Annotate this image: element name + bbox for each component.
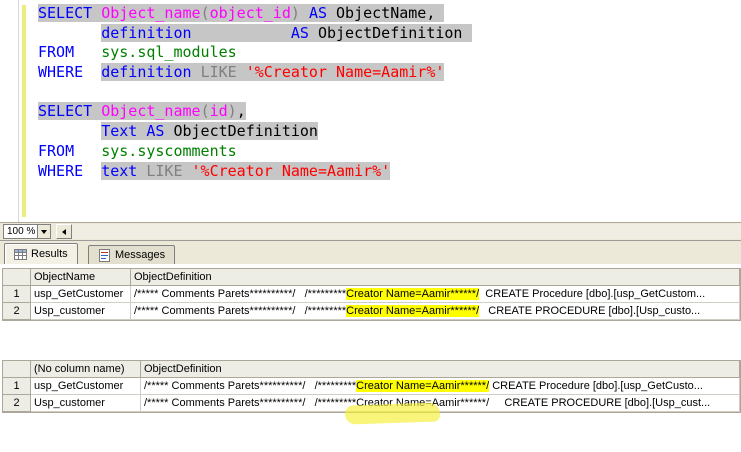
- grid-header-row: ObjectName ObjectDefinition: [3, 269, 740, 286]
- column-header[interactable]: ObjectDefinition: [131, 269, 740, 286]
- code-line: WHERE text LIKE '%Creator Name=Aamir%': [38, 161, 391, 180]
- column-header[interactable]: ObjectName: [31, 269, 131, 286]
- column-header[interactable]: ObjectDefinition: [141, 361, 740, 378]
- zoom-dropdown-button[interactable]: [37, 225, 50, 238]
- cell-object-name[interactable]: usp_GetCustomer: [31, 286, 131, 303]
- row-header[interactable]: 1: [3, 378, 31, 395]
- cell-object-name[interactable]: Usp_customer: [31, 395, 141, 412]
- tab-results[interactable]: Results: [4, 243, 78, 264]
- code-line: SELECT Object_name(object_id) AS ObjectN…: [38, 4, 445, 22]
- tab-messages-label: Messages: [115, 249, 166, 261]
- code-line: SELECT Object_name(id),: [38, 102, 246, 121]
- table-row: 1 usp_GetCustomer/***** Comments Parets**…: [3, 286, 740, 303]
- cell-object-definition[interactable]: /***** Comments Parets**********/ /*****…: [141, 378, 740, 395]
- sql-editor[interactable]: SELECT Object_name(object_id) AS ObjectN…: [0, 0, 741, 222]
- cell-object-name[interactable]: usp_GetCustomer: [31, 378, 141, 395]
- table-row: 1 usp_GetCustomer/***** Comments Parets**…: [3, 378, 740, 395]
- row-header[interactable]: 2: [3, 303, 31, 320]
- results-tabstrip: Results Messages: [0, 240, 741, 264]
- change-tracking-bar: [22, 5, 26, 217]
- tab-messages[interactable]: Messages: [88, 245, 176, 264]
- results-grid-2: (No column name) ObjectDefinition 1 usp_Get…: [2, 360, 741, 413]
- results-grid-1: ObjectName ObjectDefinition 1 usp_GetCustom…: [2, 268, 741, 321]
- code-line: definition AS ObjectDefinition: [38, 23, 472, 44]
- grid-corner-cell[interactable]: [3, 361, 31, 378]
- zoom-dropdown[interactable]: 100 %: [3, 224, 51, 239]
- results-grid-icon: [14, 248, 27, 261]
- editor-margin-divider: [18, 0, 19, 222]
- grid-header-row: (No column name) ObjectDefinition: [3, 361, 740, 378]
- hscrollbar-track[interactable]: [72, 224, 741, 239]
- zoom-value: 100 %: [7, 226, 36, 237]
- cell-object-definition[interactable]: /***** Comments Parets**********/ /*****…: [131, 286, 740, 303]
- row-header[interactable]: 2: [3, 395, 31, 412]
- tab-results-label: Results: [31, 248, 68, 260]
- code-lines: SELECT Object_name(object_id) AS ObjectN…: [38, 4, 472, 181]
- editor-bottom-bar: 100 %: [0, 222, 741, 240]
- code-line: Text AS ObjectDefinition: [101, 122, 318, 141]
- code-line: WHERE definition LIKE '%Creator Name=Aam…: [38, 63, 445, 82]
- cell-object-name[interactable]: Usp_customer: [31, 303, 131, 320]
- arrow-left-icon: [62, 228, 66, 235]
- column-header[interactable]: (No column name): [31, 361, 141, 378]
- code-line: FROM sys.sql_modules: [38, 43, 237, 62]
- table-row: 2 Usp_customer/***** Comments Parets*****…: [3, 395, 740, 412]
- results-area: ObjectName ObjectDefinition 1 usp_GetCustom…: [0, 264, 741, 452]
- ssms-query-window: SELECT Object_name(object_id) AS ObjectN…: [0, 0, 741, 452]
- table-row: 2 Usp_customer/***** Comments Parets*****…: [3, 303, 740, 320]
- grid-corner-cell[interactable]: [3, 269, 31, 286]
- cell-object-definition[interactable]: /***** Comments Parets**********/ /*****…: [131, 303, 740, 320]
- cell-object-definition[interactable]: /***** Comments Parets**********/ /*****…: [141, 395, 740, 412]
- row-header[interactable]: 1: [3, 286, 31, 303]
- code-line: FROM sys.syscomments: [38, 141, 237, 160]
- chevron-down-icon: [41, 229, 47, 234]
- hscrollbar-left-button[interactable]: [56, 224, 72, 239]
- messages-icon: [98, 248, 111, 262]
